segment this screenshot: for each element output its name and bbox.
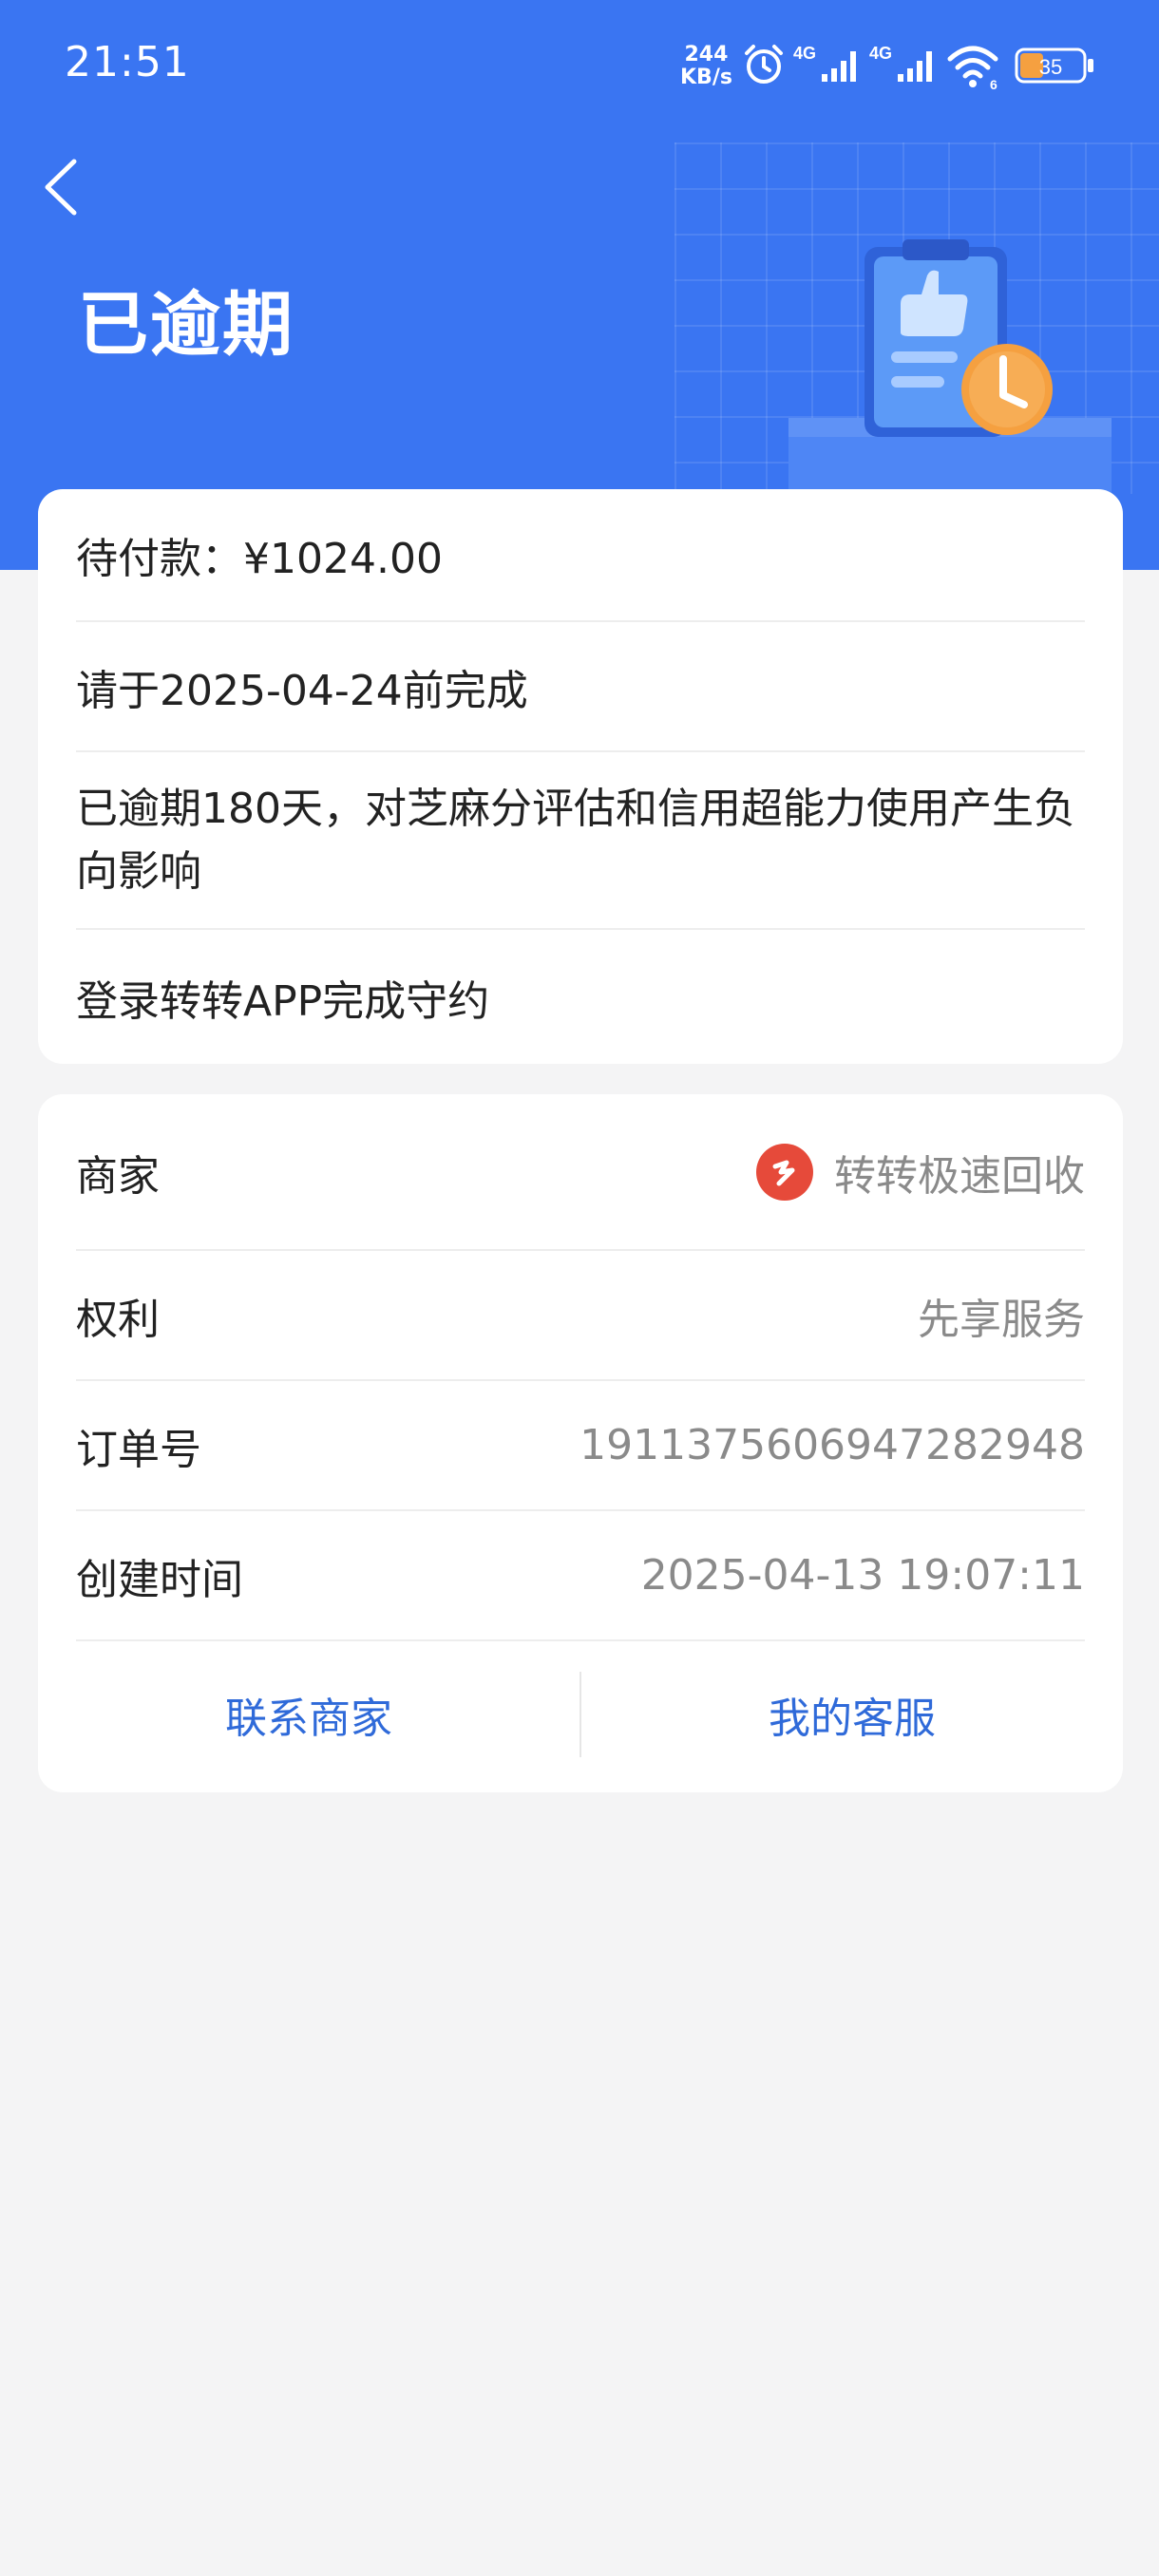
rights-value: 先享服务 [918, 1295, 1085, 1344]
customer-service-button[interactable]: 我的客服 [581, 1636, 1123, 1792]
rights-label: 权利 [76, 1295, 160, 1344]
order-info-card: 商家 转转极速回收 权利 先享服务 订单号 191137560694728294… [38, 1094, 1123, 1792]
created-time-label: 创建时间 [76, 1555, 243, 1604]
page-title: 已逾期 [78, 284, 294, 366]
action-bar: 联系商家 我的客服 [38, 1636, 1123, 1792]
merchant-label: 商家 [76, 1151, 160, 1201]
deadline-row: 请于2025-04-24前完成 [76, 622, 1085, 752]
wifi-label: 6 [990, 77, 998, 91]
chevron-left-icon [45, 159, 77, 216]
order-number-label: 订单号 [76, 1425, 201, 1474]
pending-amount: 待付款：¥1024.00 [76, 535, 443, 583]
created-time-value: 2025-04-13 19:07:11 [640, 1551, 1085, 1600]
clipboard-clock-illustration [788, 239, 1112, 503]
status-time: 21:51 [65, 38, 190, 86]
battery-percent: 35 [1039, 55, 1062, 79]
merchant-logo-icon [756, 1143, 813, 1201]
deadline-text: 请于2025-04-24前完成 [76, 666, 528, 715]
fulfil-instruction: 登录转转APP完成守约 [76, 976, 490, 1026]
order-number-value[interactable]: 1911375606947282948 [580, 1421, 1085, 1469]
order-number-row: 订单号 1911375606947282948 [76, 1381, 1085, 1511]
sim2-label: 4G [869, 44, 892, 63]
sim1-label: 4G [793, 44, 816, 63]
overdue-warning: 已逾期180天，对芝麻分评估和信用超能力使用产生负向影响 [76, 784, 1075, 896]
instruction-row: 登录转转APP完成守约 [76, 930, 1085, 1064]
battery-icon: 35 [1015, 47, 1093, 84]
rights-row: 权利 先享服务 [76, 1251, 1085, 1381]
signal-sim1-icon: 4G [793, 44, 856, 82]
merchant-row: 商家 转转极速回收 [76, 1094, 1085, 1251]
created-time-row: 创建时间 2025-04-13 19:07:11 [76, 1511, 1085, 1641]
overdue-row: 已逾期180天，对芝麻分评估和信用超能力使用产生负向影响 [76, 752, 1085, 930]
net-speed-unit: KB/s [680, 66, 732, 89]
overdue-notice-card: 待付款：¥1024.00 请于2025-04-24前完成 已逾期180天，对芝麻… [38, 489, 1123, 1064]
back-button[interactable] [34, 152, 91, 222]
merchant-value: 转转极速回收 [834, 1151, 1085, 1201]
signal-sim2-icon: 4G [869, 44, 932, 82]
merchant-info: 转转极速回收 [756, 1142, 1085, 1203]
net-speed-value: 244 [684, 43, 729, 66]
status-bar: 21:51 244 KB/s 4G 4G 6 35 [0, 0, 1159, 133]
alarm-icon [745, 45, 783, 84]
net-speed: 244 KB/s [680, 44, 732, 89]
contact-merchant-button[interactable]: 联系商家 [38, 1636, 580, 1792]
amount-row: 待付款：¥1024.00 [76, 489, 1085, 622]
wifi-icon: 6 [947, 46, 998, 91]
